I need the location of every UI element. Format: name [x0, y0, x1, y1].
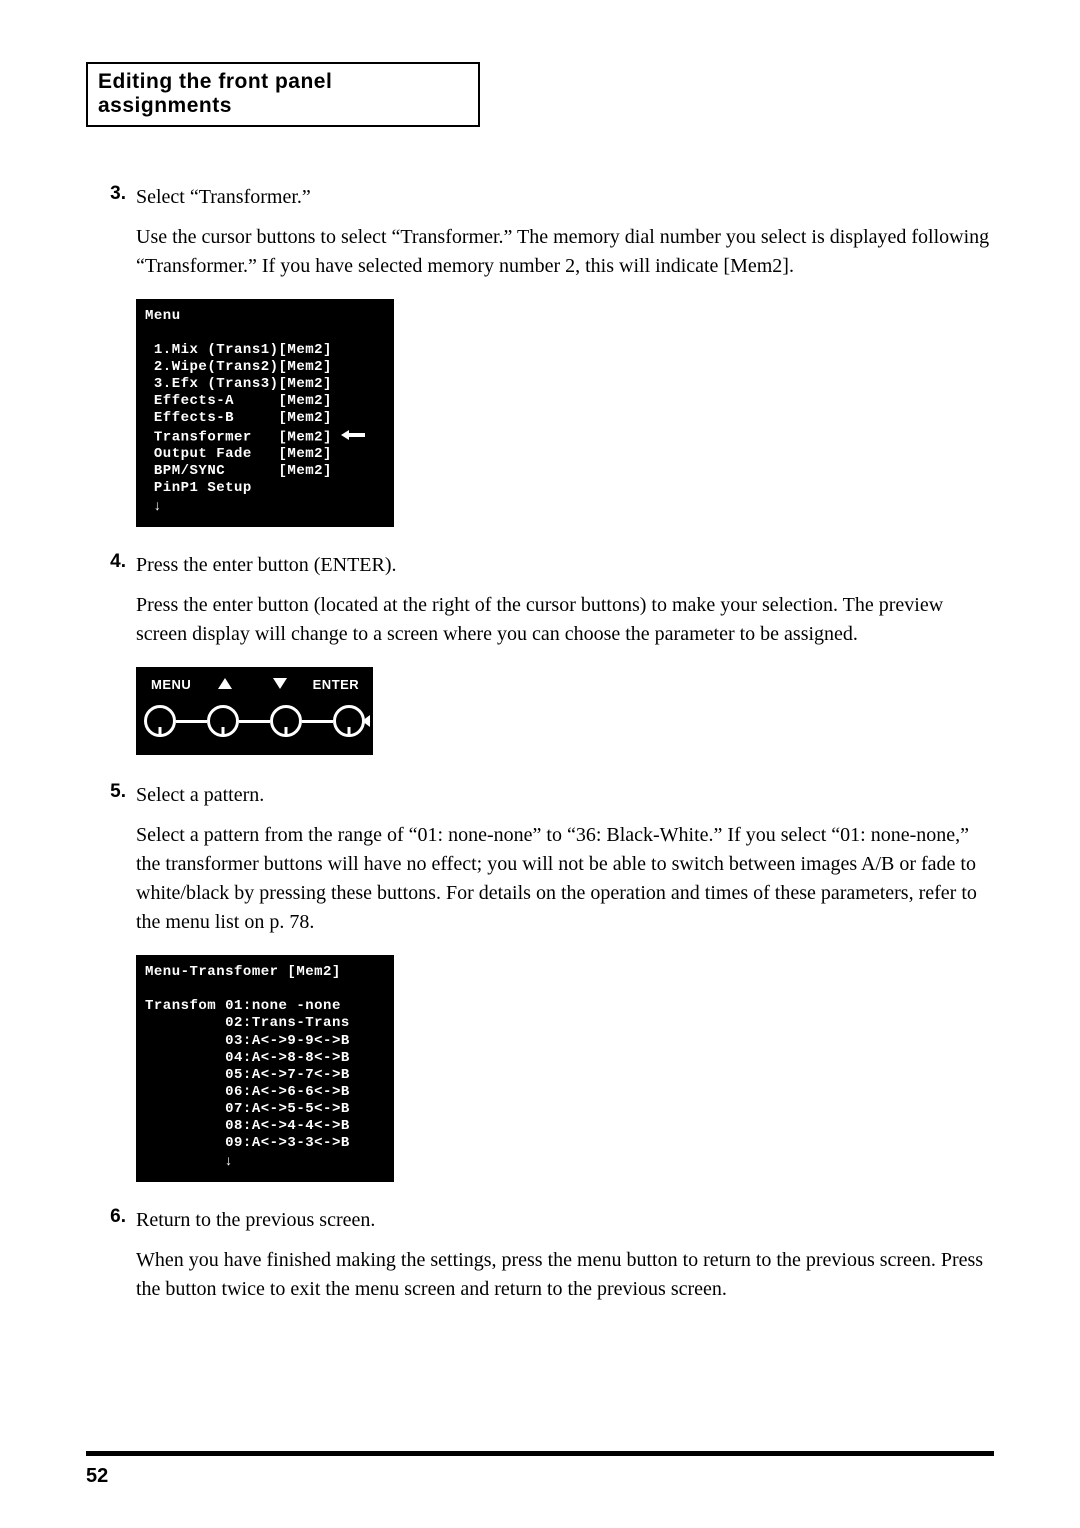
- page-number: 52: [86, 1465, 108, 1488]
- menu1-header: Menu: [145, 308, 181, 324]
- step-number: 5.: [86, 781, 126, 803]
- lcd-menu-screen-1: Menu 1.Mix (Trans1)[Mem2] 2.Wipe(Trans2)…: [136, 299, 394, 527]
- step-body: Select a pattern from the range of “01: …: [136, 821, 994, 937]
- step-6: 6. Return to the previous screen. When y…: [86, 1206, 994, 1304]
- menu1-line: 2.Wipe(Trans2)[Mem2]: [154, 359, 332, 375]
- enter-label: ENTER: [307, 677, 365, 692]
- menu2-line: 03:A<->9-9<->B: [225, 1033, 350, 1049]
- menu2-line: 04:A<->8-8<->B: [225, 1050, 350, 1066]
- scroll-down-icon: ↓: [154, 497, 162, 513]
- menu1-line: Effects-A [Mem2]: [154, 393, 332, 409]
- menu2-header: Menu-Transfomer [Mem2]: [145, 964, 341, 980]
- menu1-line: PinP1 Setup: [154, 480, 252, 496]
- cursor-buttons-panel: MENU ENTER: [136, 667, 373, 755]
- enter-knob-pointer-icon: [362, 715, 370, 727]
- step-title: Select “Transformer.”: [136, 183, 994, 211]
- menu-label: MENU: [144, 677, 198, 692]
- down-arrow-icon: [253, 677, 307, 692]
- step-title: Select a pattern.: [136, 781, 994, 809]
- panel-knobs: [144, 705, 365, 737]
- step-5: 5. Select a pattern. Select a pattern fr…: [86, 781, 994, 1182]
- step-body: When you have finished making the settin…: [136, 1246, 994, 1304]
- step-number: 4.: [86, 551, 126, 573]
- step-body: Press the enter button (located at the r…: [136, 591, 994, 649]
- page: Editing the front panel assignments 3. S…: [0, 0, 1080, 1528]
- menu1-line: 1.Mix (Trans1)[Mem2]: [154, 342, 332, 358]
- menu2-line: 08:A<->4-4<->B: [225, 1118, 350, 1134]
- knob-bar: [176, 720, 207, 723]
- section-title-box: Editing the front panel assignments: [86, 62, 480, 127]
- menu2-line: 02:Trans-Trans: [225, 1015, 350, 1031]
- panel-labels: MENU ENTER: [136, 677, 373, 692]
- menu2-label: Transfom: [145, 998, 216, 1014]
- footer-rule: [86, 1451, 994, 1456]
- knob-bar: [302, 720, 333, 723]
- step-number: 3.: [86, 183, 126, 205]
- step-number: 6.: [86, 1206, 126, 1228]
- menu2-line: 05:A<->7-7<->B: [225, 1067, 350, 1083]
- menu1-line: Output Fade [Mem2]: [154, 446, 332, 462]
- menu2-line: 01:none -none: [225, 998, 341, 1014]
- step-3: 3. Select “Transformer.” Use the cursor …: [86, 183, 994, 527]
- scroll-down-icon: ↓: [225, 1152, 233, 1168]
- section-title: Editing the front panel assignments: [98, 70, 332, 117]
- menu1-line-highlight: Transformer [Mem2]: [154, 429, 332, 445]
- step-title: Press the enter button (ENTER).: [136, 551, 994, 579]
- pointer-left-arrow-icon: [341, 428, 365, 445]
- up-arrow-icon: [198, 677, 252, 692]
- step-4: 4. Press the enter button (ENTER). Press…: [86, 551, 994, 755]
- menu-knob[interactable]: [144, 705, 176, 737]
- up-knob[interactable]: [207, 705, 239, 737]
- menu2-line: 06:A<->6-6<->B: [225, 1084, 350, 1100]
- menu2-line: 09:A<->3-3<->B: [225, 1135, 350, 1151]
- down-knob[interactable]: [270, 705, 302, 737]
- steps-list: 3. Select “Transformer.” Use the cursor …: [86, 183, 994, 1304]
- menu2-line: 07:A<->5-5<->B: [225, 1101, 350, 1117]
- menu1-line: BPM/SYNC [Mem2]: [154, 463, 332, 479]
- step-body: Use the cursor buttons to select “Transf…: [136, 223, 994, 281]
- step-title: Return to the previous screen.: [136, 1206, 994, 1234]
- knob-bar: [239, 720, 270, 723]
- enter-knob[interactable]: [333, 705, 365, 737]
- menu1-line: 3.Efx (Trans3)[Mem2]: [154, 376, 332, 392]
- menu1-line: Effects-B [Mem2]: [154, 410, 332, 426]
- lcd-menu-screen-2: Menu-Transfomer [Mem2] Transfom 01:none …: [136, 955, 394, 1182]
